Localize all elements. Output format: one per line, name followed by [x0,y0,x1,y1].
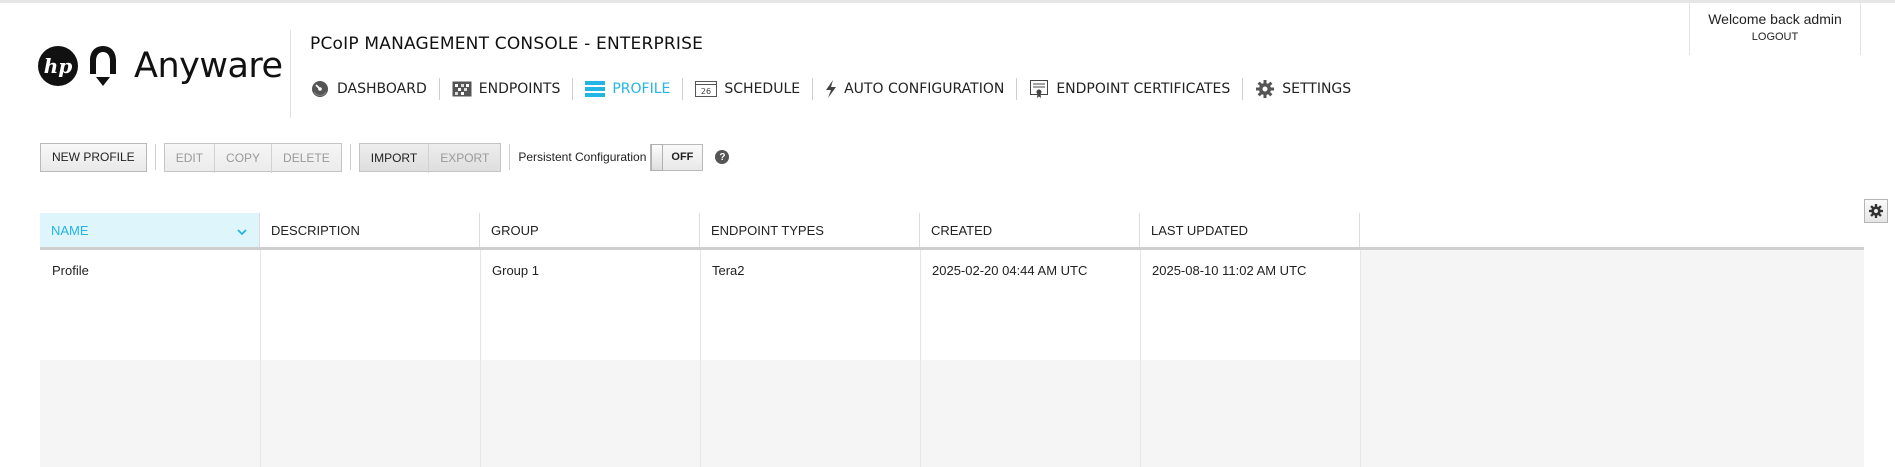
dashboard-gauge-icon [310,80,330,98]
endpoints-grid-icon [452,80,472,98]
cell-created: 2025-02-20 04:44 AM UTC [932,263,1088,278]
profiles-grid: NAME DESCRIPTION GROUP ENDPOINT TYPES CR… [40,213,1864,467]
hp-logo-icon: hp [38,46,78,86]
help-icon[interactable]: ? [715,150,730,164]
anyware-wordmark: Anyware [134,46,283,86]
user-panel: Welcome back admin LOGOUT [1689,3,1861,55]
copy-button[interactable]: COPY [215,143,273,173]
calendar-icon: 26 [695,80,718,98]
column-header-created[interactable]: CREATED [920,213,1140,247]
toggle-state-text: OFF [671,151,694,163]
chevron-down-icon [237,225,247,236]
column-header-description[interactable]: DESCRIPTION [260,213,480,247]
cell-last-updated: 2025-08-10 11:02 AM UTC [1152,263,1307,278]
nav-dashboard[interactable]: DASHBOARD [308,78,439,100]
column-header-label: CREATED [931,222,993,238]
column-header-name[interactable]: NAME [40,213,260,247]
app-title: PCoIP MANAGEMENT CONSOLE - ENTERPRISE [310,34,704,54]
column-header-label: DESCRIPTION [271,222,360,238]
column-header-last-updated[interactable]: LAST UPDATED [1140,213,1360,247]
cell-endpoint-types: Tera2 [712,263,745,278]
cell-group: Group 1 [492,263,539,278]
gear-icon [1869,204,1883,218]
nav-settings[interactable]: SETTINGS [1243,78,1363,100]
nav-auto-configuration-label: AUTO CONFIGURATION [844,81,1005,97]
nav-endpoints[interactable]: ENDPOINTS [440,78,573,100]
nav-endpoint-certificates[interactable]: ENDPOINT CERTIFICATES [1017,78,1242,100]
hp-anyware-logo: hp Anyware [38,42,283,90]
profile-stack-icon [585,80,606,98]
nav-profile[interactable]: PROFILE [573,78,682,100]
delete-button[interactable]: DELETE [272,144,341,173]
anyware-pin-icon [86,43,120,89]
top-border [0,0,1895,3]
persistent-configuration-toggle[interactable]: OFF [650,143,704,171]
column-header-label: ENDPOINT TYPES [711,222,824,238]
cell-name: Profile [52,263,89,278]
edit-button[interactable]: EDIT [165,143,216,173]
toolbar-separator [509,144,511,170]
gear-icon [1255,80,1275,98]
grid-settings-button[interactable] [1864,199,1888,223]
import-export-group: IMPORT EXPORT [358,142,502,173]
logout-link[interactable]: LOGOUT [1690,31,1860,43]
column-header-label: GROUP [491,222,539,238]
export-button[interactable]: EXPORT [429,144,500,173]
grid-header: NAME DESCRIPTION GROUP ENDPOINT TYPES CR… [40,213,1864,250]
column-divider [920,250,921,467]
nav-auto-configuration[interactable]: AUTO CONFIGURATION [813,78,1016,100]
new-profile-button[interactable]: NEW PROFILE [40,142,147,172]
toolbar-separator [154,144,156,170]
column-divider [480,250,481,467]
nav-endpoint-certificates-label: ENDPOINT CERTIFICATES [1056,81,1231,97]
nav-profile-label: PROFILE [612,81,671,97]
persistent-configuration-label: Persistent Configuration [518,150,647,164]
edit-button-group: EDIT COPY DELETE [163,142,342,173]
column-divider [260,250,261,467]
column-header-label: NAME [51,222,89,238]
toolbar-separator [349,144,351,170]
header-divider [290,30,291,118]
nav-settings-label: SETTINGS [1282,81,1352,97]
toggle-knob [651,143,664,171]
welcome-text: Welcome back admin [1708,11,1842,27]
nav-schedule-label: SCHEDULE [724,81,801,97]
nav-dashboard-label: DASHBOARD [337,81,427,97]
column-header-label: LAST UPDATED [1151,222,1249,238]
profile-toolbar: NEW PROFILE EDIT COPY DELETE IMPORT EXPO… [40,142,730,173]
lightning-icon [825,80,837,98]
certificate-icon [1029,80,1049,98]
column-header-endpoint-types[interactable]: ENDPOINT TYPES [700,213,920,247]
nav-schedule[interactable]: 26 SCHEDULE [683,78,812,100]
column-divider [700,250,701,467]
nav-endpoints-label: ENDPOINTS [478,81,561,97]
import-button[interactable]: IMPORT [360,143,430,173]
main-nav: DASHBOARD ENDPOINTS PROFILE 26 SCHEDULE … [308,78,1363,100]
calendar-day-text: 26 [701,87,711,96]
column-header-group[interactable]: GROUP [480,213,700,247]
column-divider [1140,250,1141,467]
column-divider [1360,250,1361,467]
